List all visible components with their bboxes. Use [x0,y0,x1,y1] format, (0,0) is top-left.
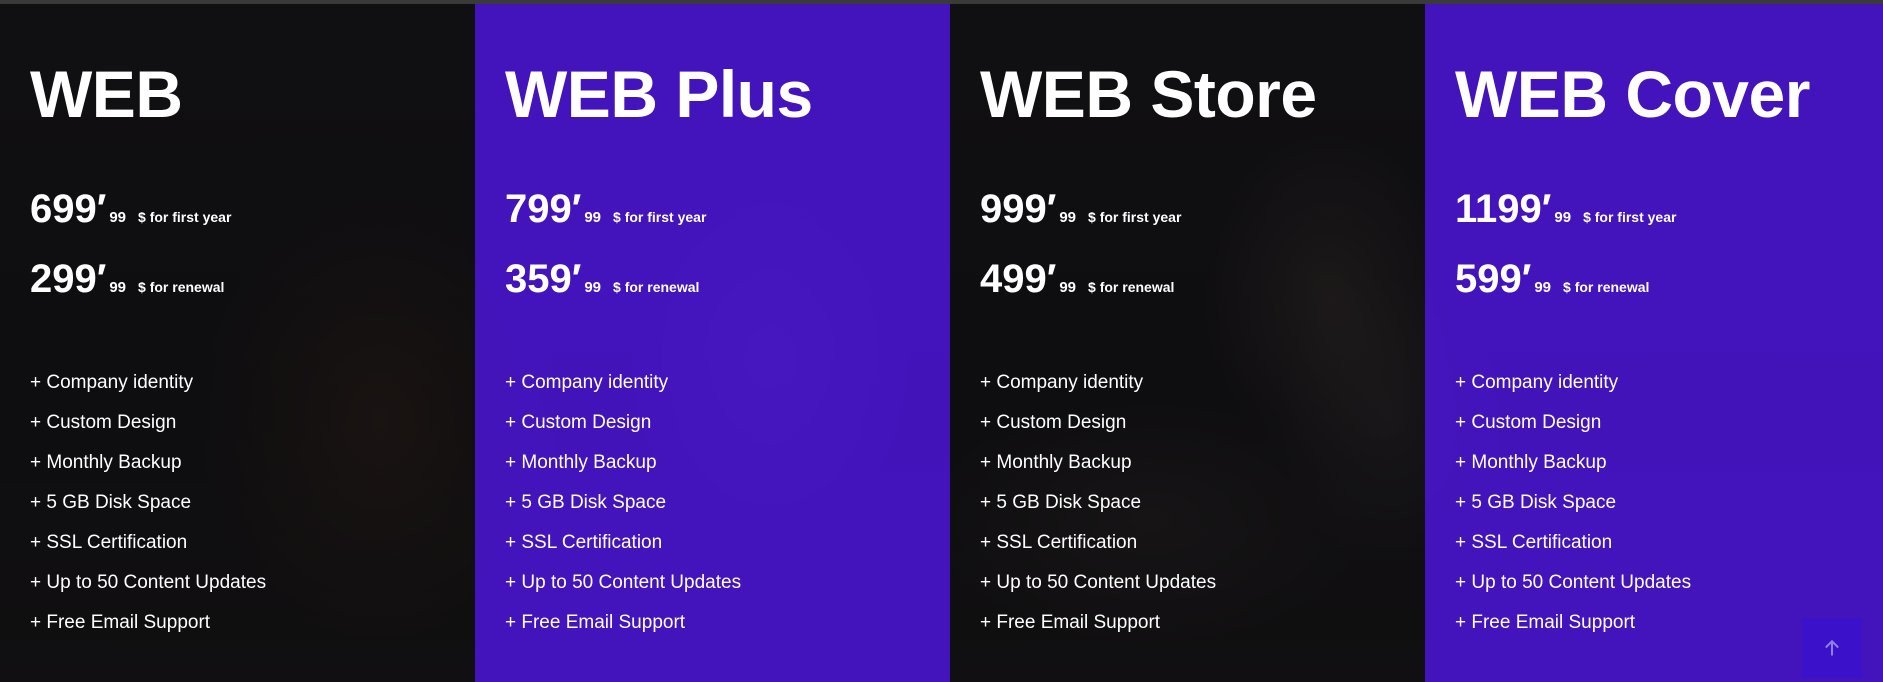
price-cents: 99 [1059,209,1077,226]
feature-item: + SSL Certification [1455,532,1613,553]
feature-item: + Company identity [30,372,194,393]
feature-item: + Custom Design [980,412,1127,433]
feature-item: + Company identity [980,372,1144,393]
price-amount: 599′ [1455,257,1532,301]
feature-item: + 5 GB Disk Space [30,492,192,513]
scroll-to-top-button[interactable] [1802,618,1862,678]
feature-item: + 5 GB Disk Space [1455,492,1617,513]
feature-item: + Monthly Backup [1455,452,1607,473]
price-note: $ for first year [1583,209,1677,225]
feature-list: + Company identity + Custom Design + Mon… [505,368,741,648]
feature-item: + Company identity [505,372,669,393]
price-cents: 99 [1554,209,1572,226]
price-amount: 699′ [30,187,107,231]
price-note: $ for first year [1088,209,1182,225]
plan-title: WEB Plus [505,57,813,131]
plan-card-web-plus: WEB Plus 799′ 99 $ for first year 359′ 9… [475,4,950,682]
feature-item: + 5 GB Disk Space [505,492,667,513]
feature-item: + Company identity [1455,372,1619,393]
plan-card-web-store: WEB Store 999′ 99 $ for first year 499′ … [950,4,1425,682]
price-note: $ for renewal [613,279,700,295]
feature-item: + Up to 50 Content Updates [1455,572,1692,593]
price-amount: 799′ [505,187,582,231]
renewal-price: 299′ 99 $ for renewal [30,257,224,302]
pricing-columns: WEB 699′ 99 $ for first year 299′ 99 $ f… [0,4,1883,682]
first-year-price: 999′ 99 $ for first year [980,187,1181,232]
price-cents: 99 [584,279,602,296]
feature-item: + Free Email Support [1455,612,1636,633]
plan-title: WEB Store [980,57,1317,131]
price-cents: 99 [584,209,602,226]
feature-item: + Monthly Backup [980,452,1132,473]
feature-item: + Up to 50 Content Updates [980,572,1217,593]
feature-item: + Up to 50 Content Updates [30,572,267,593]
feature-item: + Free Email Support [505,612,686,633]
arrow-up-icon [1825,640,1839,656]
price-amount: 999′ [980,187,1057,231]
feature-item: + Monthly Backup [505,452,657,473]
price-amount: 499′ [980,257,1057,301]
feature-list: + Company identity + Custom Design + Mon… [30,368,266,648]
plan-card-web: WEB 699′ 99 $ for first year 299′ 99 $ f… [0,4,475,682]
price-cents: 99 [109,279,127,296]
plan-title: WEB [30,57,183,131]
feature-item: + Custom Design [505,412,652,433]
renewal-price: 599′ 99 $ for renewal [1455,257,1649,302]
feature-item: + SSL Certification [980,532,1138,553]
price-cents: 99 [109,209,127,226]
price-amount: 1199′ [1455,187,1552,231]
renewal-price: 499′ 99 $ for renewal [980,257,1174,302]
first-year-price: 699′ 99 $ for first year [30,187,231,232]
feature-item: + Free Email Support [30,612,211,633]
feature-item: + 5 GB Disk Space [980,492,1142,513]
price-amount: 359′ [505,257,582,301]
plan-card-web-cover: WEB Cover 1199′ 99 $ for first year 599′… [1425,4,1883,682]
feature-item: + Free Email Support [980,612,1161,633]
price-note: $ for renewal [1088,279,1175,295]
price-cents: 99 [1534,279,1552,296]
feature-item: + Monthly Backup [30,452,182,473]
feature-item: + SSL Certification [30,532,188,553]
feature-list: + Company identity + Custom Design + Mon… [1455,368,1691,648]
feature-list: + Company identity + Custom Design + Mon… [980,368,1216,648]
price-amount: 299′ [30,257,107,301]
price-note: $ for renewal [1563,279,1650,295]
feature-item: + Up to 50 Content Updates [505,572,742,593]
feature-item: + Custom Design [1455,412,1602,433]
renewal-price: 359′ 99 $ for renewal [505,257,699,302]
first-year-price: 1199′ 99 $ for first year [1455,187,1676,232]
price-note: $ for first year [138,209,232,225]
price-note: $ for renewal [138,279,225,295]
feature-item: + SSL Certification [505,532,663,553]
feature-item: + Custom Design [30,412,177,433]
price-cents: 99 [1059,279,1077,296]
price-note: $ for first year [613,209,707,225]
first-year-price: 799′ 99 $ for first year [505,187,706,232]
plan-title: WEB Cover [1455,57,1810,131]
pricing-section: WEB 699′ 99 $ for first year 299′ 99 $ f… [0,0,1883,682]
